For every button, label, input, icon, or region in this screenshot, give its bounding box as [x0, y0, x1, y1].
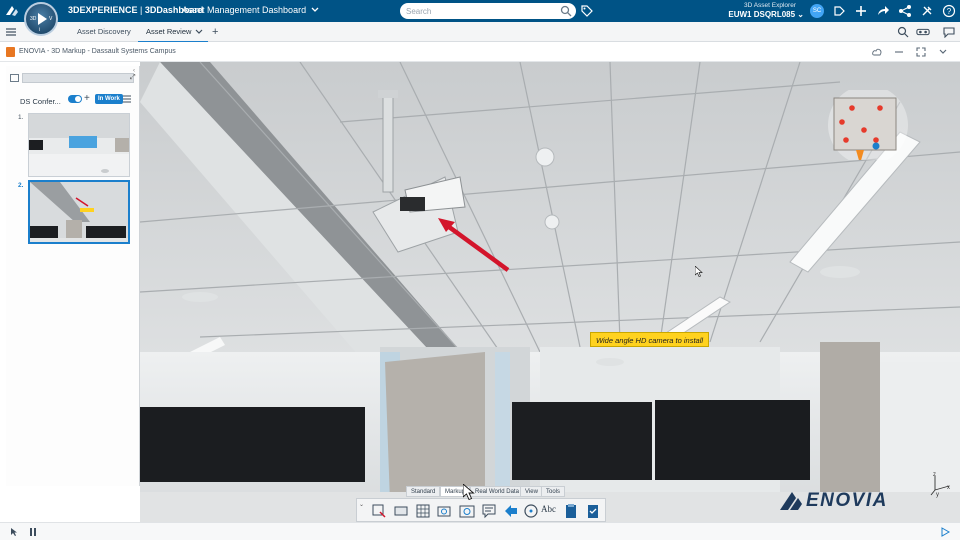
grid-tool-icon[interactable]: [415, 503, 431, 519]
pointer-icon[interactable]: [10, 527, 20, 537]
pause-icon[interactable]: [28, 527, 38, 537]
tab-real-world-data[interactable]: Real World Data: [470, 486, 524, 497]
share-icon[interactable]: [898, 4, 912, 18]
visibility-toggle[interactable]: [68, 95, 82, 103]
axis-x-label: x: [947, 485, 950, 491]
status-badge[interactable]: In Work: [95, 94, 123, 104]
arrow-tool-icon[interactable]: [503, 503, 519, 519]
axis-z-label: z: [933, 472, 936, 478]
avatar[interactable]: SC: [810, 4, 824, 18]
label-icon[interactable]: [832, 4, 846, 18]
checklist-tool-icon[interactable]: [585, 503, 601, 519]
compass-v-label: V: [49, 16, 53, 22]
play-icon[interactable]: [940, 527, 950, 537]
chevron-down-icon[interactable]: [938, 47, 948, 57]
help-icon[interactable]: ?: [942, 4, 956, 18]
text-tool-button[interactable]: Abc: [541, 504, 556, 514]
play-icon: [38, 13, 47, 25]
mouse-cursor-icon: [463, 484, 475, 500]
tab-view[interactable]: View: [520, 486, 543, 497]
app-window: 3D V i 3DEXPERIENCE | 3DDashboard Asset …: [0, 0, 960, 540]
panel-toolbar: ⤢ ‹: [6, 68, 140, 86]
list-item[interactable]: [28, 113, 130, 177]
ds-logo-icon: [780, 492, 802, 510]
view-thumbnail: [30, 182, 128, 242]
clipboard-tool-icon[interactable]: [563, 503, 579, 519]
tenant-label: EUW1 DSQRL085: [728, 10, 796, 19]
svg-text:?: ?: [947, 7, 952, 16]
vr-glasses-icon[interactable]: [916, 26, 930, 38]
monitor-icon[interactable]: [10, 74, 19, 82]
tools-icon[interactable]: [920, 4, 934, 18]
camera-tool-icon[interactable]: [459, 503, 475, 519]
compass-i-label: i: [39, 27, 41, 33]
collapse-icon[interactable]: ‹: [133, 68, 135, 74]
markup-list-panel: ⤢ ‹ DS Confer... + In Work 1. 2.: [6, 66, 140, 486]
tab-standard[interactable]: Standard: [406, 486, 441, 497]
list-menu-icon[interactable]: [123, 95, 131, 103]
zoom-search-icon[interactable]: [896, 26, 910, 38]
maximize-icon[interactable]: [916, 47, 926, 57]
top-bar: 3D V i 3DEXPERIENCE | 3DDashboard Asset …: [0, 0, 960, 36]
compass-button[interactable]: 3D V i: [24, 2, 58, 36]
chevron-down-icon[interactable]: [195, 28, 203, 36]
add-markup-button[interactable]: +: [84, 93, 90, 104]
user-app-name: 3D Asset Explorer: [743, 2, 796, 9]
expand-icon[interactable]: ⤢: [130, 74, 136, 82]
chevron-down-icon: [311, 7, 319, 12]
mouse-cursor-icon: [695, 266, 703, 277]
markup-name[interactable]: DS Confer...: [20, 97, 61, 106]
enovia-widget-icon: [6, 47, 15, 57]
brand-separator: |: [137, 5, 145, 15]
widget-title: ENOVIA - 3D Markup - Dassault Systems Ca…: [19, 48, 176, 55]
axes-triad-icon: z x y: [930, 472, 950, 498]
status-bar: [0, 522, 960, 540]
tag-icon[interactable]: [580, 4, 594, 18]
view-thumbnail: [29, 114, 129, 176]
search-input[interactable]: [400, 3, 576, 19]
brand-prefix: 3DEXPERIENCE: [68, 5, 138, 15]
panel-filter-bar[interactable]: [22, 73, 134, 83]
tab-asset-review[interactable]: Asset Review: [146, 27, 191, 36]
tab-bar: Asset Discovery Asset Review +: [0, 22, 960, 43]
list-item-number: 2.: [18, 182, 24, 189]
hamburger-menu-icon[interactable]: [6, 27, 16, 37]
ds-logo-icon[interactable]: [4, 3, 20, 19]
rectangle-tool-icon[interactable]: [393, 503, 409, 519]
axis-y-label: y: [936, 492, 939, 498]
tenant-dropdown[interactable]: EUW1 DSQRL085 ⌄: [720, 10, 804, 19]
capture-view-icon[interactable]: [437, 503, 453, 519]
select-markup-icon[interactable]: [371, 503, 387, 519]
circle-tool-icon[interactable]: [523, 503, 539, 519]
dashboard-title: Asset Management Dashboard: [182, 5, 307, 15]
markup-toolbar: ⌄ Abc: [356, 498, 606, 522]
compass-3d-label: 3D: [30, 16, 37, 22]
toolbar-collapse-button[interactable]: ⌄: [359, 501, 364, 508]
add-icon[interactable]: [854, 4, 868, 18]
tab-asset-discovery[interactable]: Asset Discovery: [77, 27, 131, 36]
comment-tool-icon[interactable]: [481, 503, 497, 519]
3d-viewer[interactable]: Wide angle HD camera to install: [140, 62, 960, 522]
cloud-icon[interactable]: [872, 47, 882, 57]
list-item-number: 1.: [18, 114, 24, 121]
annotation-label[interactable]: Wide angle HD camera to install: [590, 332, 710, 347]
tab-tools[interactable]: Tools: [541, 486, 566, 497]
share-arrow-icon[interactable]: [876, 4, 890, 18]
floor-plan-minimap[interactable]: [828, 90, 908, 160]
search-icon[interactable]: [560, 5, 572, 17]
add-tab-button[interactable]: +: [212, 26, 218, 38]
enovia-watermark: ENOVIA: [806, 490, 888, 511]
list-item[interactable]: [28, 180, 130, 244]
minimize-icon[interactable]: [894, 47, 904, 57]
chat-icon[interactable]: [942, 26, 956, 38]
widget-header: ENOVIA - 3D Markup - Dassault Systems Ca…: [0, 42, 960, 62]
dashboard-title-dropdown[interactable]: Asset Management Dashboard: [182, 5, 319, 15]
